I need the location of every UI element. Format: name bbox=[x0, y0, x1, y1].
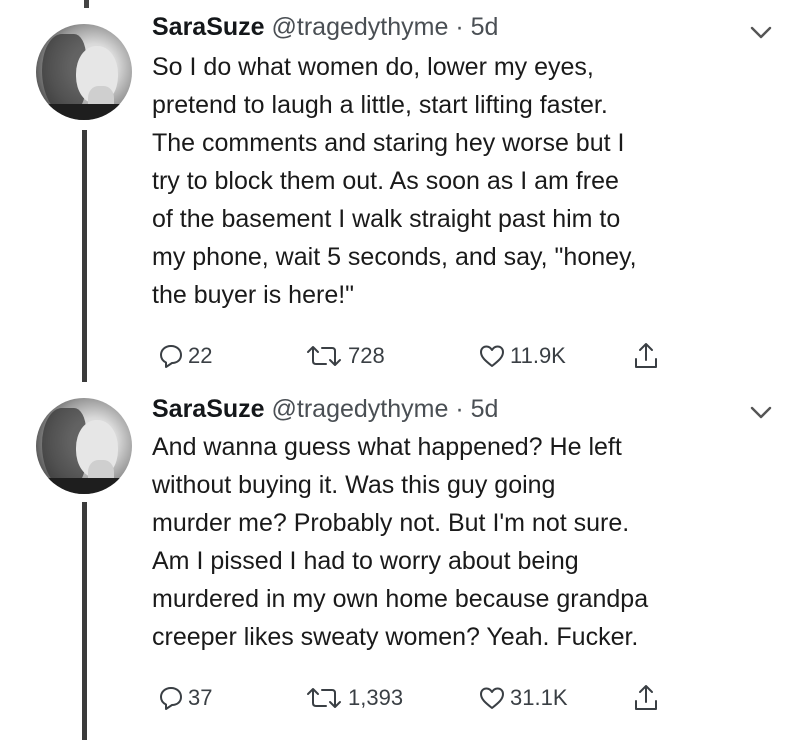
thread-line bbox=[82, 502, 87, 740]
tweet-text-line: the buyer is here!" bbox=[152, 281, 355, 309]
like-count: 11.9K bbox=[510, 343, 566, 368]
reply-count: 37 bbox=[188, 685, 213, 710]
like-button[interactable]: 11.9K bbox=[478, 338, 566, 374]
tweet-actions: 37 1,393 31.1K bbox=[152, 680, 712, 716]
username[interactable]: @tragedythyme bbox=[272, 13, 449, 41]
tweet-text-line: without buying it. Was this guy going bbox=[152, 471, 556, 499]
separator-dot: · bbox=[455, 395, 464, 423]
display-name[interactable]: SaraSuze bbox=[152, 13, 265, 41]
tweet-text-line: The comments and staring hey worse but I bbox=[152, 129, 625, 157]
retweet-icon bbox=[307, 346, 341, 366]
share-button[interactable] bbox=[632, 680, 660, 716]
reply-icon bbox=[160, 345, 182, 368]
heart-icon bbox=[480, 345, 504, 367]
reply-button[interactable]: 22 bbox=[158, 338, 212, 374]
avatar[interactable] bbox=[36, 398, 132, 494]
tweet-text: So I do what women do, lower my eyes, pr… bbox=[152, 48, 792, 314]
thread-line bbox=[82, 130, 87, 382]
retweet-count: 1,393 bbox=[348, 685, 404, 710]
reply-count: 22 bbox=[188, 343, 213, 368]
heart-icon bbox=[480, 687, 504, 709]
tweet-text-line: creeper likes sweaty women? Yeah. Fucker… bbox=[152, 623, 639, 651]
share-button[interactable] bbox=[632, 338, 660, 374]
tweet-text-line: pretend to laugh a little, start lifting… bbox=[152, 91, 608, 119]
reply-icon bbox=[160, 687, 182, 710]
chevron-down-icon[interactable] bbox=[748, 22, 774, 42]
separator-dot: · bbox=[455, 13, 464, 41]
retweet-icon bbox=[307, 688, 341, 708]
tweet-text-line: Am I pissed I had to worry about being bbox=[152, 547, 579, 575]
tweet-text-line: my phone, wait 5 seconds, and say, "hone… bbox=[152, 243, 637, 271]
tweet-text-line: of the basement I walk straight past him… bbox=[152, 205, 621, 233]
retweet-button[interactable]: 728 bbox=[304, 338, 385, 374]
tweet-text-line: murder me? Probably not. But I'm not sur… bbox=[152, 509, 630, 537]
username[interactable]: @tragedythyme bbox=[272, 395, 449, 423]
tweet-actions: 22 728 11.9K bbox=[152, 338, 712, 374]
display-name[interactable]: SaraSuze bbox=[152, 395, 265, 423]
share-icon bbox=[635, 685, 657, 710]
reply-button[interactable]: 37 bbox=[158, 680, 212, 716]
chevron-down-icon[interactable] bbox=[748, 402, 774, 422]
like-count: 31.1K bbox=[510, 685, 568, 710]
share-icon bbox=[635, 343, 657, 368]
tweet-text-line: So I do what women do, lower my eyes, bbox=[152, 53, 594, 81]
like-button[interactable]: 31.1K bbox=[478, 680, 568, 716]
tweet-text-line: try to block them out. As soon as I am f… bbox=[152, 167, 619, 195]
tweet-header: SaraSuze @tragedythyme · 5d bbox=[152, 394, 498, 424]
timestamp[interactable]: 5d bbox=[471, 13, 499, 41]
retweet-count: 728 bbox=[348, 343, 385, 368]
retweet-button[interactable]: 1,393 bbox=[304, 680, 403, 716]
tweet-text-line: And wanna guess what happened? He left bbox=[152, 433, 622, 461]
avatar[interactable] bbox=[36, 24, 132, 120]
tweet-header: SaraSuze @tragedythyme · 5d bbox=[152, 12, 498, 42]
tweet[interactable]: SaraSuze @tragedythyme · 5d So I do what… bbox=[0, 0, 800, 392]
tweet-text: And wanna guess what happened? He left w… bbox=[152, 428, 792, 656]
timestamp[interactable]: 5d bbox=[471, 395, 499, 423]
tweet-text-line: murdered in my own home because grandpa bbox=[152, 585, 649, 613]
